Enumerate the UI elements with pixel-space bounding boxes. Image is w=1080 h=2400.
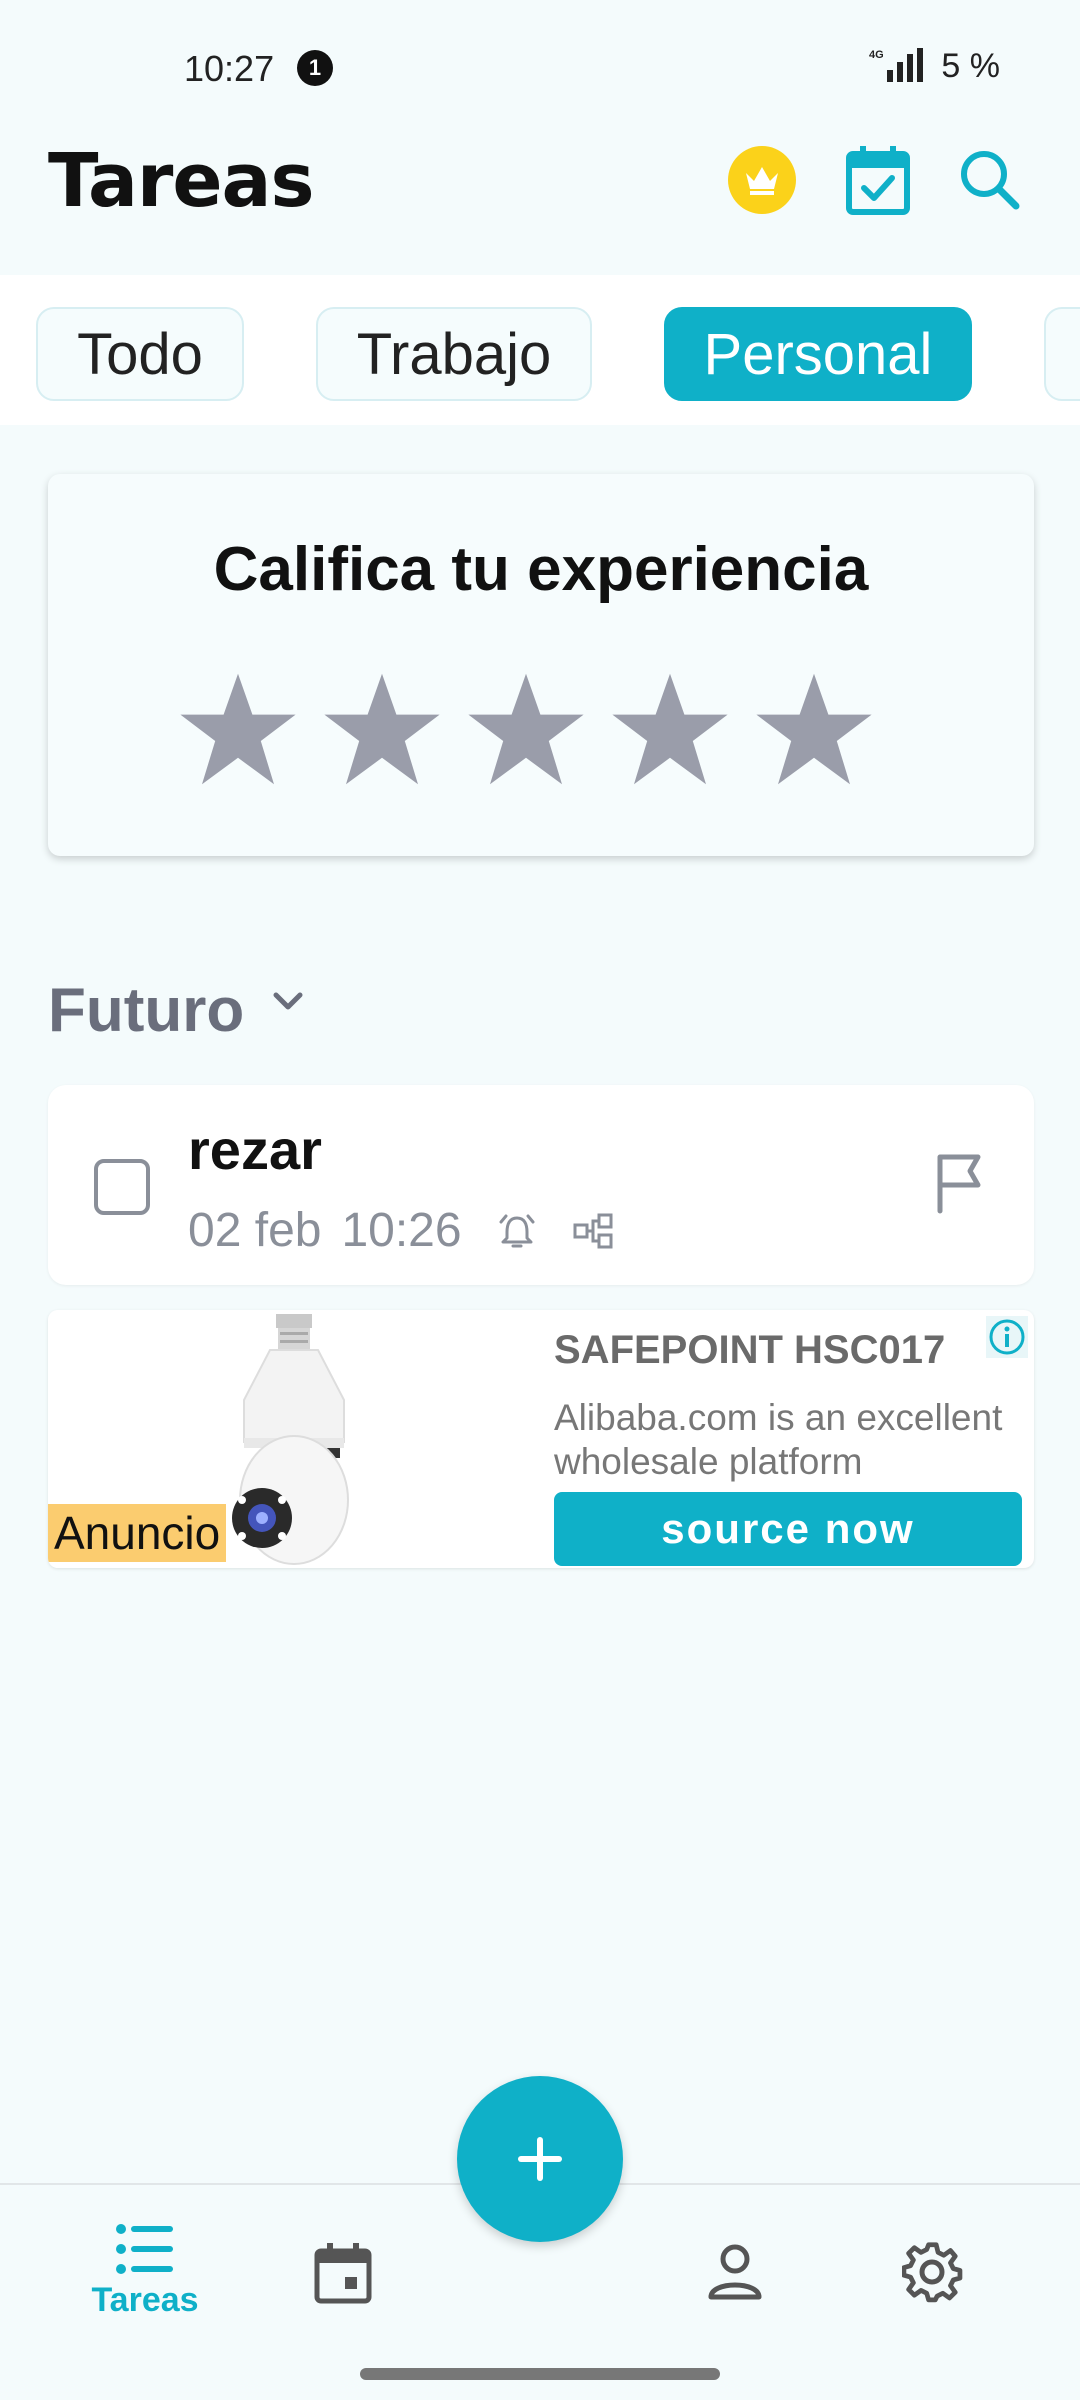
status-indicators: 4G 5 % bbox=[867, 46, 1000, 86]
star-icon[interactable] bbox=[754, 669, 874, 789]
section-title: Futuro bbox=[48, 976, 245, 1045]
battery-level: 5 % bbox=[941, 46, 1000, 85]
person-icon bbox=[708, 2244, 762, 2300]
task-time: 10:26 bbox=[341, 1204, 462, 1257]
search-icon bbox=[961, 151, 1020, 210]
ad-badge: Anuncio bbox=[48, 1504, 227, 1562]
ad-body: Alibaba.com is an excellent wholesale pl… bbox=[554, 1397, 1003, 1482]
flag-icon[interactable] bbox=[930, 1151, 990, 1215]
tab-todo[interactable]: Todo bbox=[36, 307, 244, 401]
nav-tareas-label: Tareas bbox=[91, 2281, 199, 2319]
tab-personal[interactable]: Personal bbox=[664, 307, 972, 401]
task-date: 02 feb bbox=[188, 1204, 322, 1257]
premium-button[interactable] bbox=[728, 146, 796, 214]
nav-calendar[interactable] bbox=[298, 2243, 388, 2305]
nav-tareas[interactable]: Tareas bbox=[80, 2221, 210, 2320]
svg-text:4G: 4G bbox=[869, 49, 884, 61]
nav-settings[interactable] bbox=[888, 2241, 978, 2303]
notification-count-badge: 1 bbox=[297, 50, 333, 86]
ad-banner[interactable]: Anuncio SAFEPOINT HSC017 Alibaba.com is … bbox=[48, 1310, 1034, 1568]
ad-cta-button[interactable]: source now bbox=[554, 1492, 1022, 1566]
signal-icon: 4G bbox=[869, 48, 924, 82]
star-icon[interactable] bbox=[322, 669, 442, 789]
calendar-check-icon bbox=[846, 146, 910, 215]
gear-icon bbox=[902, 2242, 963, 2303]
home-indicator[interactable] bbox=[360, 2368, 720, 2380]
ad-product-image[interactable]: Anuncio bbox=[48, 1310, 542, 1568]
calendar-button[interactable] bbox=[840, 142, 916, 218]
tab-more[interactable] bbox=[1044, 307, 1080, 401]
task-list-icon bbox=[116, 2224, 173, 2274]
alarm-icon bbox=[499, 1214, 535, 1247]
star-icon[interactable] bbox=[466, 669, 586, 789]
task-meta: 02 feb 10:26 bbox=[188, 1203, 614, 1258]
task-item[interactable]: rezar 02 feb 10:26 bbox=[48, 1085, 1034, 1285]
ad-headline[interactable]: SAFEPOINT HSC017 bbox=[554, 1328, 945, 1373]
star-icon[interactable] bbox=[610, 669, 730, 789]
status-time: 10:27 bbox=[184, 48, 275, 89]
rating-card: Califica tu experiencia bbox=[48, 474, 1034, 856]
page-title: Tareas bbox=[48, 138, 315, 224]
plus-icon bbox=[518, 2137, 562, 2181]
info-icon[interactable] bbox=[986, 1316, 1028, 1358]
add-task-button[interactable] bbox=[457, 2076, 623, 2242]
chevron-down-icon bbox=[273, 992, 303, 1009]
crown-icon bbox=[746, 167, 778, 195]
category-tabs: Todo Trabajo Personal bbox=[0, 275, 1080, 425]
nav-profile[interactable] bbox=[690, 2243, 780, 2301]
tab-trabajo[interactable]: Trabajo bbox=[316, 307, 592, 401]
task-title: rezar bbox=[188, 1118, 322, 1181]
search-button[interactable] bbox=[952, 142, 1028, 218]
star-icon[interactable] bbox=[178, 669, 298, 789]
subtasks-icon bbox=[573, 1213, 613, 1248]
rating-title: Califica tu experiencia bbox=[213, 535, 869, 604]
calendar-icon bbox=[314, 2243, 372, 2304]
section-header-futuro[interactable]: Futuro bbox=[48, 975, 310, 1046]
status-bar: 10:27 1 4G 5 % bbox=[0, 0, 1080, 135]
rating-stars bbox=[178, 669, 874, 789]
task-checkbox[interactable] bbox=[94, 1159, 150, 1215]
